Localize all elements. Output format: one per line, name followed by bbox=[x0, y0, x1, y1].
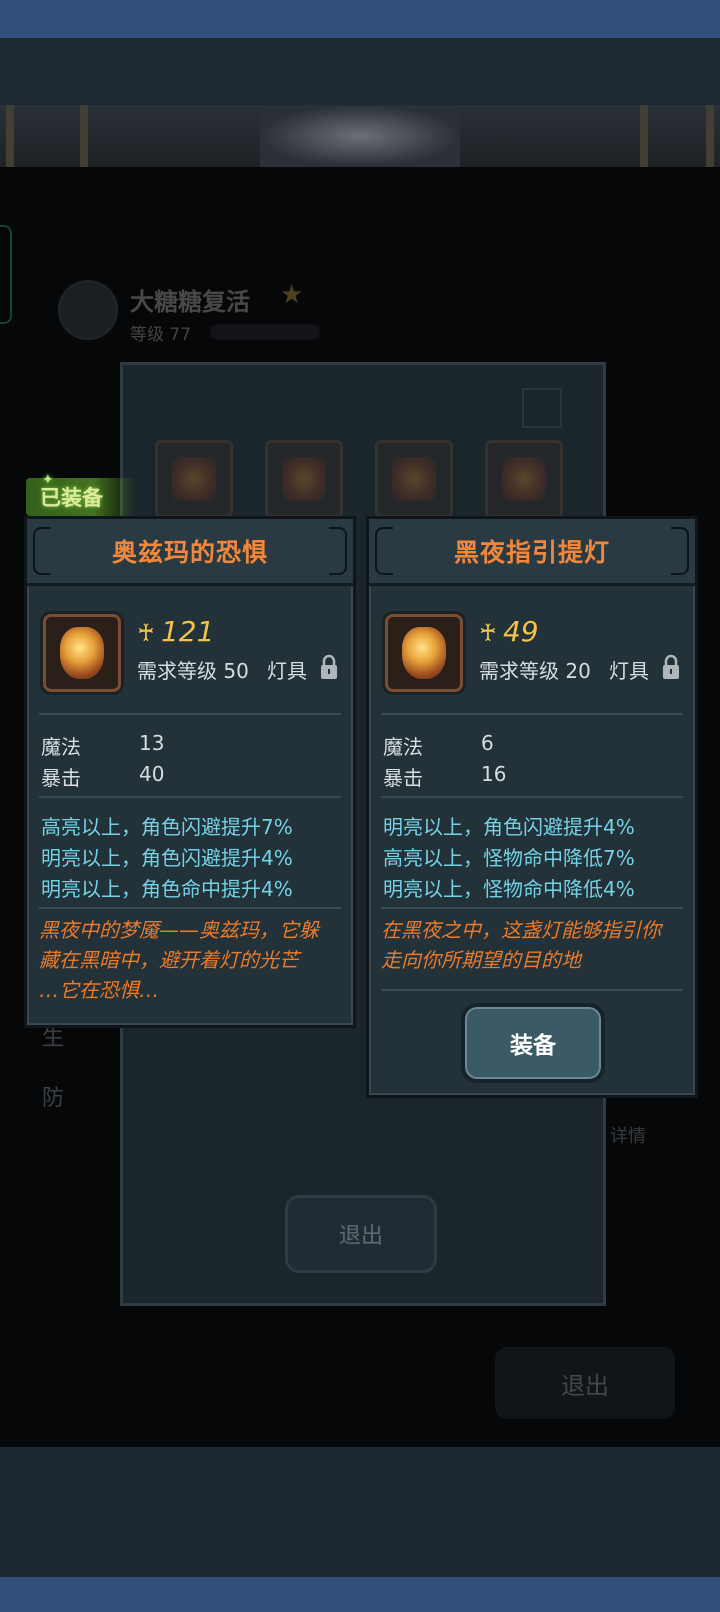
exit-button[interactable]: 退出 bbox=[495, 1347, 675, 1419]
scene-pillar bbox=[706, 105, 714, 167]
divider bbox=[39, 796, 341, 798]
item-description: 黑夜中的梦魇——奥兹玛，它躲 藏在黑暗中，避开着灯的光芒 …它在恐惧… bbox=[39, 918, 319, 1002]
lock-icon bbox=[663, 654, 679, 679]
divider bbox=[39, 713, 341, 715]
equipment-slot bbox=[375, 440, 453, 518]
status-bar bbox=[0, 0, 720, 38]
equipment-slot bbox=[265, 440, 343, 518]
stat-value: 13 bbox=[139, 731, 165, 755]
navigation-bar bbox=[0, 1577, 720, 1612]
grid-icon bbox=[522, 388, 562, 428]
item-title: 黑夜指引提灯 bbox=[453, 538, 610, 567]
lantern-icon bbox=[43, 614, 121, 692]
bottom-margin bbox=[0, 1447, 720, 1577]
equipped-badge: ✦ 已装备 bbox=[26, 472, 137, 516]
power-icon: ♰ bbox=[479, 619, 497, 647]
effect-line: 高亮以上，怪物命中降低7% bbox=[383, 846, 635, 870]
player-name: 大糖糖复活 bbox=[130, 288, 250, 316]
divider bbox=[381, 713, 683, 715]
divider bbox=[381, 796, 683, 798]
card-header: 奥兹玛的恐惧 bbox=[27, 519, 353, 586]
exp-bar bbox=[210, 324, 320, 340]
scene-light bbox=[260, 105, 460, 167]
side-tab bbox=[0, 225, 12, 324]
equip-button[interactable]: 装备 bbox=[461, 1003, 605, 1083]
effect-line: 明亮以上，角色命中提升4% bbox=[41, 877, 293, 901]
stat-value: 16 bbox=[481, 762, 507, 786]
stat-label: 暴击 bbox=[383, 766, 423, 790]
level-requirement: 需求等级 20 bbox=[479, 659, 591, 683]
item-score: ♰ 121 bbox=[137, 615, 215, 648]
scene-pillar bbox=[80, 105, 88, 167]
stat-value: 40 bbox=[139, 762, 165, 786]
top-margin bbox=[0, 38, 720, 105]
effect-line: 明亮以上，角色闪避提升4% bbox=[383, 815, 635, 839]
item-type: 灯具 bbox=[609, 659, 649, 683]
lock-icon bbox=[321, 654, 337, 679]
stat-value: 6 bbox=[481, 731, 494, 755]
sparkle-icon: ✦ bbox=[42, 472, 54, 488]
detail-link: 详情 bbox=[610, 1126, 646, 1147]
item-type: 灯具 bbox=[267, 659, 307, 683]
stat-label: 魔法 bbox=[383, 735, 423, 759]
player-level: 等级 77 bbox=[130, 325, 192, 345]
effect-line: 明亮以上，角色闪避提升4% bbox=[41, 846, 293, 870]
exit-button[interactable]: 退出 bbox=[285, 1195, 437, 1273]
side-label: 防 bbox=[42, 1086, 65, 1111]
star-icon: ★ bbox=[280, 280, 304, 310]
divider bbox=[381, 989, 683, 991]
divider bbox=[381, 907, 683, 909]
lantern-icon bbox=[385, 614, 463, 692]
equipped-item-card: 奥兹玛的恐惧 ♰ 121 需求等级 50 灯具 魔法 13 暴击 40 高亮以上，… bbox=[24, 516, 356, 1028]
effect-line: 明亮以上，怪物命中降低4% bbox=[383, 877, 635, 901]
item-title: 奥兹玛的恐惧 bbox=[111, 538, 268, 567]
item-score: ♰ 49 bbox=[479, 615, 539, 648]
level-requirement: 需求等级 50 bbox=[137, 659, 249, 683]
compare-item-card: 黑夜指引提灯 ♰ 49 需求等级 20 灯具 魔法 6 暴击 16 明亮以上，角色… bbox=[366, 516, 698, 1098]
scene-pillar bbox=[640, 105, 648, 167]
equipment-slot bbox=[155, 440, 233, 518]
effect-line: 高亮以上，角色闪避提升7% bbox=[41, 815, 293, 839]
stat-label: 暴击 bbox=[41, 766, 81, 790]
power-icon: ♰ bbox=[137, 619, 155, 647]
scene-pillar bbox=[6, 105, 14, 167]
item-description: 在黑夜之中，这盏灯能够指引你 走向你所期望的目的地 bbox=[381, 918, 661, 972]
card-header: 黑夜指引提灯 bbox=[369, 519, 695, 586]
divider bbox=[39, 907, 341, 909]
equipment-slot bbox=[485, 440, 563, 518]
stat-label: 魔法 bbox=[41, 735, 81, 759]
avatar bbox=[58, 280, 118, 340]
